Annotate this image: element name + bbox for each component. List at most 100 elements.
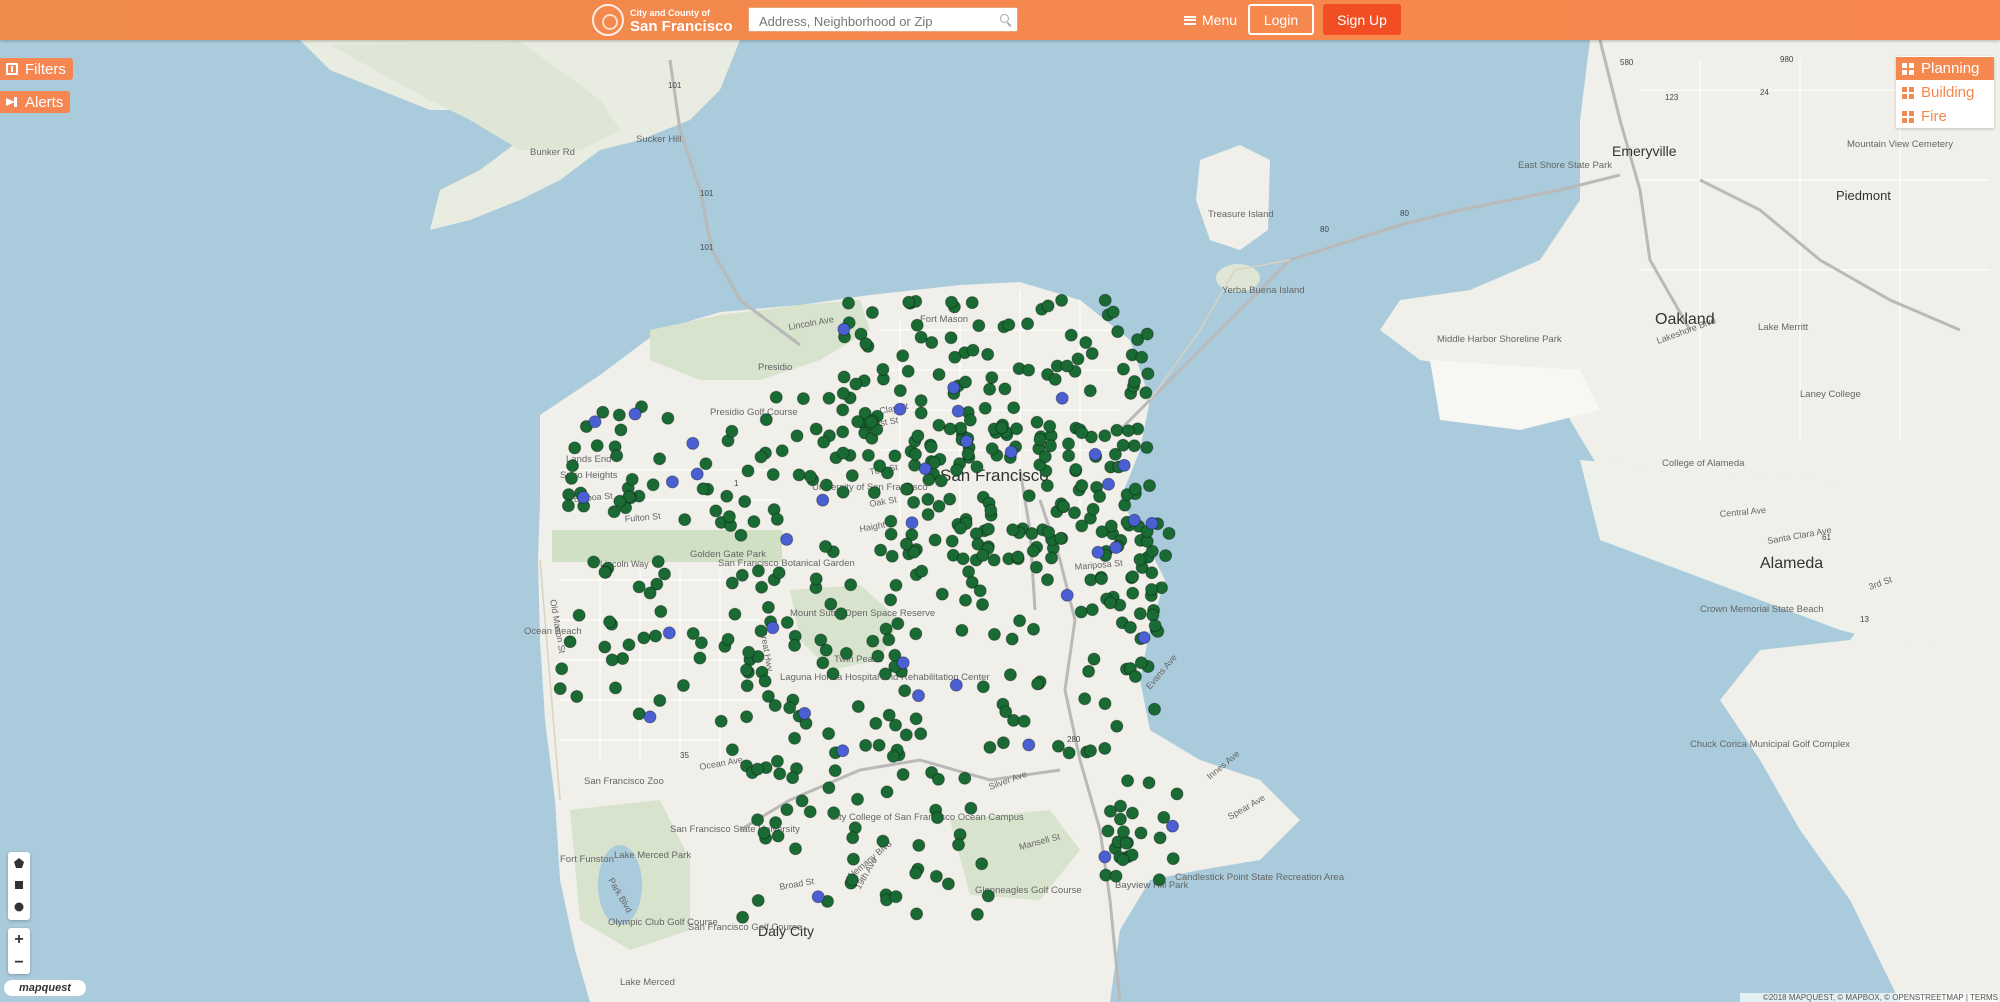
planning-marker-green[interactable]	[1086, 502, 1100, 516]
planning-marker-green[interactable]	[955, 623, 969, 637]
planning-marker-green[interactable]	[907, 495, 921, 509]
planning-marker-green[interactable]	[836, 446, 850, 460]
polygon-tool-icon[interactable]	[8, 852, 30, 874]
planning-marker-green[interactable]	[555, 662, 569, 676]
planning-marker-green[interactable]	[1121, 424, 1135, 438]
planning-marker-green[interactable]	[1170, 787, 1184, 801]
planning-marker-green[interactable]	[900, 482, 913, 496]
planning-marker-green[interactable]	[1143, 479, 1156, 493]
planning-marker-green[interactable]	[773, 767, 787, 781]
planning-marker-green[interactable]	[836, 485, 850, 499]
planning-marker-green[interactable]	[828, 764, 842, 778]
planning-marker-green[interactable]	[1085, 603, 1099, 617]
planning-marker-green[interactable]	[1022, 489, 1036, 503]
planning-marker-green[interactable]	[1148, 702, 1161, 716]
planning-marker-green[interactable]	[1041, 573, 1054, 587]
planning-marker-green[interactable]	[562, 488, 576, 502]
planning-marker-blue[interactable]	[1060, 588, 1074, 602]
planning-marker-green[interactable]	[632, 707, 646, 721]
menu-button[interactable]: Menu	[1184, 10, 1237, 30]
planning-marker-green[interactable]	[976, 598, 989, 611]
planning-marker-blue[interactable]	[1088, 447, 1102, 461]
planning-marker-green[interactable]	[1040, 479, 1054, 493]
planning-marker-green[interactable]	[826, 667, 840, 681]
planning-marker-green[interactable]	[1075, 426, 1089, 440]
planning-marker-green[interactable]	[1098, 429, 1112, 443]
planning-marker-green[interactable]	[646, 478, 660, 492]
planning-marker-green[interactable]	[1006, 523, 1020, 537]
planning-marker-green[interactable]	[1128, 375, 1141, 388]
planning-marker-green[interactable]	[924, 440, 938, 454]
planning-marker-green[interactable]	[836, 403, 850, 417]
planning-marker-green[interactable]	[649, 629, 662, 643]
planning-marker-green[interactable]	[959, 375, 972, 389]
planning-marker-green[interactable]	[910, 318, 924, 332]
planning-marker-green[interactable]	[817, 435, 831, 449]
planning-marker-green[interactable]	[609, 681, 622, 695]
planning-marker-green[interactable]	[770, 512, 784, 526]
planning-marker-green[interactable]	[1062, 449, 1076, 463]
planning-marker-green[interactable]	[909, 866, 923, 880]
planning-marker-blue[interactable]	[1091, 545, 1105, 559]
planning-marker-green[interactable]	[693, 651, 707, 665]
planning-marker-green[interactable]	[845, 873, 859, 887]
planning-marker-green[interactable]	[1145, 566, 1159, 580]
planning-marker-blue[interactable]	[918, 462, 932, 476]
planning-marker-green[interactable]	[780, 616, 794, 629]
planning-marker-green[interactable]	[754, 624, 768, 638]
planning-marker-green[interactable]	[909, 627, 923, 641]
planning-marker-green[interactable]	[901, 364, 915, 378]
planning-marker-blue[interactable]	[1127, 513, 1141, 527]
planning-marker-green[interactable]	[1029, 560, 1043, 574]
planning-marker-green[interactable]	[836, 425, 850, 439]
planning-marker-green[interactable]	[772, 566, 786, 580]
planning-marker-blue[interactable]	[836, 744, 850, 758]
planning-marker-blue[interactable]	[811, 890, 825, 904]
planning-marker-green[interactable]	[783, 701, 797, 715]
planning-marker-green[interactable]	[1079, 336, 1093, 349]
planning-marker-green[interactable]	[958, 771, 972, 785]
planning-marker-green[interactable]	[952, 838, 965, 852]
search-icon[interactable]	[1000, 14, 1009, 23]
planning-marker-green[interactable]	[888, 449, 902, 463]
planning-marker-green[interactable]	[1007, 401, 1021, 415]
planning-marker-green[interactable]	[661, 411, 675, 425]
planning-marker-green[interactable]	[728, 607, 742, 621]
planning-marker-green[interactable]	[761, 600, 775, 614]
planning-marker-green[interactable]	[1084, 744, 1097, 758]
planning-marker-green[interactable]	[1145, 583, 1159, 596]
planning-marker-blue[interactable]	[951, 404, 965, 418]
planning-marker-green[interactable]	[972, 319, 986, 333]
planning-marker-green[interactable]	[1142, 776, 1156, 790]
planning-marker-green[interactable]	[889, 578, 903, 592]
planning-marker-green[interactable]	[654, 605, 668, 618]
planning-marker-green[interactable]	[911, 429, 925, 443]
planning-marker-green[interactable]	[686, 627, 700, 640]
planning-marker-green[interactable]	[1134, 826, 1148, 840]
planning-marker-green[interactable]	[598, 640, 612, 654]
planning-marker-blue[interactable]	[576, 490, 590, 504]
planning-marker-green[interactable]	[809, 572, 823, 586]
planning-marker-green[interactable]	[985, 371, 999, 385]
planning-marker-green[interactable]	[738, 495, 752, 508]
planning-marker-green[interactable]	[987, 553, 1001, 567]
planning-marker-green[interactable]	[995, 421, 1009, 435]
planning-marker-green[interactable]	[1103, 596, 1117, 610]
planning-marker-green[interactable]	[953, 521, 967, 535]
planning-marker-green[interactable]	[970, 460, 984, 474]
planning-marker-green[interactable]	[757, 826, 771, 840]
planning-marker-green[interactable]	[844, 578, 858, 592]
planning-marker-blue[interactable]	[643, 710, 657, 724]
planning-marker-green[interactable]	[1022, 363, 1036, 377]
planning-marker-green[interactable]	[1002, 318, 1016, 332]
planning-marker-green[interactable]	[932, 368, 946, 381]
planning-marker-green[interactable]	[598, 565, 612, 579]
planning-marker-green[interactable]	[865, 306, 879, 319]
planning-marker-green[interactable]	[699, 457, 713, 471]
planning-marker-green[interactable]	[1021, 317, 1035, 331]
planning-marker-green[interactable]	[1139, 386, 1153, 400]
planning-marker-green[interactable]	[839, 646, 853, 660]
planning-marker-green[interactable]	[819, 478, 833, 492]
planning-marker-green[interactable]	[874, 543, 888, 557]
planning-marker-green[interactable]	[803, 469, 817, 483]
